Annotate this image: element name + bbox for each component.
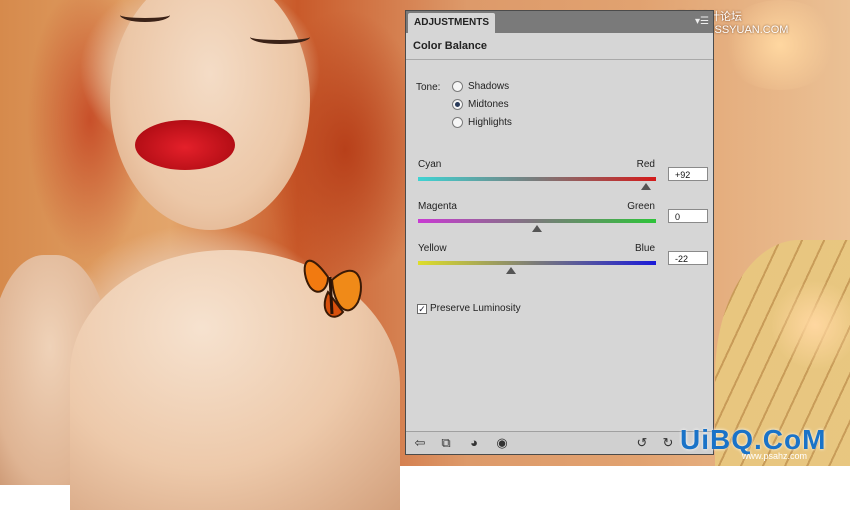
preserve-luminosity-label: Preserve Luminosity [430,303,521,314]
magenta-green-slider[interactable] [418,219,656,223]
photo-eye-right [250,30,310,44]
radio-label: Highlights [468,116,512,128]
panel-menu-icon[interactable]: ▾☰ [695,16,709,28]
radio-highlights[interactable]: Highlights [452,114,512,130]
yellow-blue-slider-thumb[interactable] [505,267,516,274]
panel-bottom-toolbar: ⇦ ⧉ ◕ ◉ ↺ ↻ [406,431,713,454]
clip-to-layer-icon[interactable]: ⧉ [438,435,454,451]
slider-cyan-label: Cyan [418,159,442,170]
photo-eye-left [120,8,170,22]
reset-icon[interactable]: ↻ [660,435,676,451]
magenta-green-slider-thumb[interactable] [532,225,542,232]
slider-red-label: Red [636,159,655,170]
slider-magenta-label: Magenta [418,201,457,212]
radio-label: Shadows [468,80,510,92]
panel-title: Color Balance [406,33,713,60]
previous-state-icon[interactable]: ↺ [634,435,650,451]
slider-blue-label: Blue [634,243,655,254]
radio-midtones[interactable]: Midtones [452,96,509,112]
watermark-url: www.psahz.com [742,451,808,461]
tab-adjustments[interactable]: ADJUSTMENTS [408,13,496,33]
eye-icon[interactable]: ◉ [494,435,510,451]
bokeh-light [770,280,850,370]
magenta-green-value-field[interactable]: 0 [668,209,708,223]
panel-tabbar: ADJUSTMENTS ▾☰ [406,11,713,33]
adjustments-panel: ADJUSTMENTS ▾☰ Color Balance Tone: Shado… [405,10,714,455]
yellow-blue-value-field[interactable]: -22 [668,251,708,265]
radio-label: Midtones [468,98,509,110]
yellow-blue-slider[interactable] [418,261,656,265]
cyan-red-slider[interactable] [418,177,656,181]
slider-yellow-label: Yellow [418,243,447,254]
cyan-red-slider-thumb[interactable] [641,183,652,190]
back-arrow-icon[interactable]: ⇦ [412,435,428,451]
preserve-luminosity-checkbox[interactable]: ✓ [417,303,427,314]
preserve-luminosity-row[interactable]: ✓ Preserve Luminosity [417,303,521,314]
butterfly-image [303,259,362,318]
radio-button[interactable] [452,98,463,110]
layer-visibility-toggle-icon[interactable]: ◕ [466,435,482,451]
radio-button[interactable] [452,80,463,92]
slider-green-label: Green [627,201,655,212]
photo-lips [135,120,235,170]
radio-button[interactable] [452,116,463,128]
radio-shadows[interactable]: Shadows [452,78,509,94]
tone-label: Tone: [416,82,441,93]
cyan-red-value-field[interactable]: +92 [668,167,708,181]
